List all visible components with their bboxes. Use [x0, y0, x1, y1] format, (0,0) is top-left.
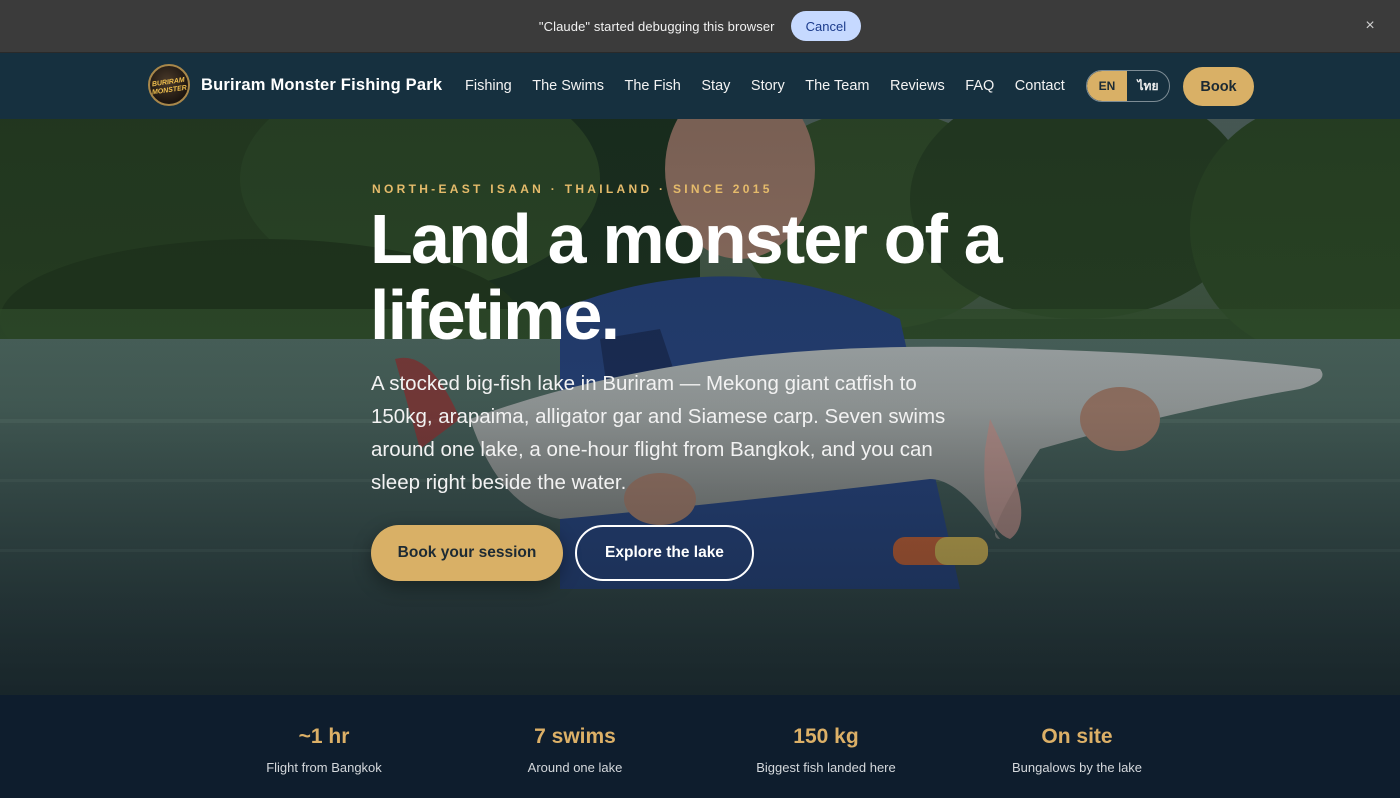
nav-link-faq[interactable]: FAQ	[965, 78, 994, 94]
lang-th-button[interactable]: ไทย	[1127, 71, 1169, 101]
nav-link-the-fish[interactable]: The Fish	[624, 78, 680, 94]
stat-swims: 7 swims Around one lake	[455, 725, 695, 775]
stat-biggest-fish: 150 kg Biggest fish landed here	[706, 725, 946, 775]
stat-label: Bungalows by the lake	[1011, 760, 1143, 775]
hero-subtitle: A stocked big-fish lake in Buriram — Mek…	[371, 372, 946, 494]
brand-home-link[interactable]: BURIRAM MONSTER Buriram Monster Fishing …	[148, 64, 442, 106]
lang-en-button[interactable]: EN	[1087, 71, 1127, 101]
nav-link-the-team[interactable]: The Team	[805, 78, 869, 94]
hero-section: NORTH-EAST ISAAN · THAILAND · SINCE 2015…	[0, 119, 1400, 695]
stat-label: Around one lake	[527, 760, 623, 775]
explore-lake-button[interactable]: Explore the lake	[575, 525, 754, 581]
stat-value: On site	[1041, 725, 1113, 748]
nav-book-button[interactable]: Book	[1183, 67, 1254, 106]
nav-link-contact[interactable]: Contact	[1015, 78, 1065, 94]
nav-link-stay[interactable]: Stay	[701, 78, 730, 94]
nav-link-the-swims[interactable]: The Swims	[532, 78, 604, 94]
nav-link-story[interactable]: Story	[751, 78, 785, 94]
debug-message: "Claude" started debugging this browser	[538, 18, 775, 34]
stat-value: 7 swims	[534, 725, 616, 748]
book-session-button[interactable]: Book your session	[371, 525, 563, 581]
nav-link-reviews[interactable]: Reviews	[890, 78, 945, 94]
stat-label: Flight from Bangkok	[266, 760, 382, 775]
hero-title: Land a monster of a lifetime.	[370, 200, 1003, 354]
debug-banner: "Claude" started debugging this browser …	[0, 0, 1400, 53]
nav-link-fishing[interactable]: Fishing	[465, 78, 512, 94]
stat-label: Biggest fish landed here	[756, 760, 896, 775]
stat-value: 150 kg	[793, 725, 859, 748]
logo-lettering: BURIRAM MONSTER	[151, 76, 188, 97]
language-toggle: EN ไทย	[1086, 70, 1170, 102]
nav-links: Fishing The Swims The Fish Stay Story Th…	[465, 53, 1085, 119]
stat-flight-time: ~1 hr Flight from Bangkok	[204, 725, 444, 775]
stat-bungalows: On site Bungalows by the lake	[957, 725, 1197, 775]
brand-name: Buriram Monster Fishing Park	[201, 75, 443, 94]
site-navbar: BURIRAM MONSTER Buriram Monster Fishing …	[0, 53, 1400, 119]
stats-strip: ~1 hr Flight from Bangkok 7 swims Around…	[0, 695, 1400, 798]
stat-value: ~1 hr	[298, 725, 350, 748]
brand-logo: BURIRAM MONSTER	[148, 64, 190, 106]
close-icon[interactable]: ×	[1360, 16, 1380, 36]
cancel-debugging-button[interactable]: Cancel	[790, 11, 862, 41]
hero-eyebrow: NORTH-EAST ISAAN · THAILAND · SINCE 2015	[372, 182, 773, 196]
